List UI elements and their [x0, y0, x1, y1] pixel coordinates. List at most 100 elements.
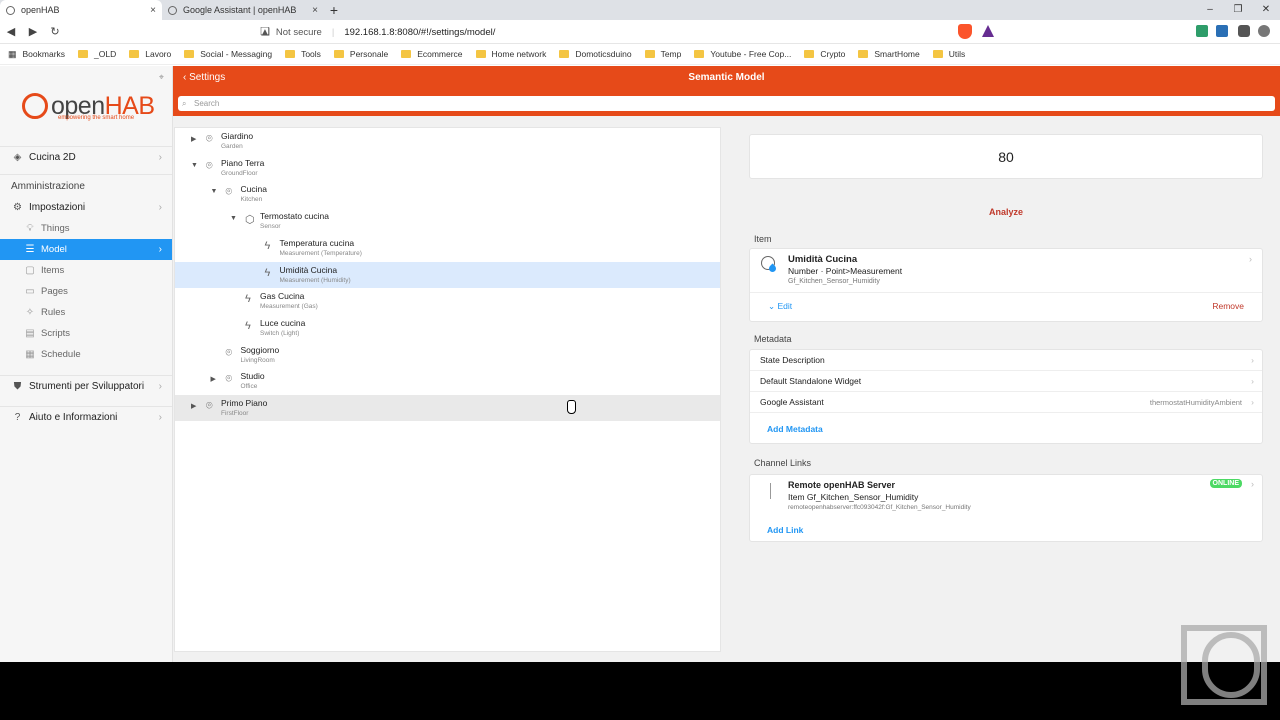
- add-link-button[interactable]: Add Link: [767, 525, 803, 535]
- link-thing-name[interactable]: Remote openHAB Server: [788, 480, 895, 490]
- tree-node[interactable]: ▼ ⬡ Termostato cucina Sensor: [175, 208, 720, 234]
- browser-tab-openhab[interactable]: openHAB ×: [0, 0, 162, 20]
- divider: [750, 292, 1262, 293]
- tab-close-icon[interactable]: ×: [150, 5, 156, 16]
- tree-node[interactable]: ϟ Gas Cucina Measurement (Gas): [175, 288, 720, 314]
- sidebar-item-schedule[interactable]: ▦ Schedule: [0, 344, 172, 365]
- url-field[interactable]: ▲ Not secure | 192.168.1.8:8080/#!/setti…: [260, 23, 950, 41]
- bookmark-folder[interactable]: Lavoro: [129, 49, 171, 59]
- metadata-card: State Description › Default Standalone W…: [749, 349, 1263, 444]
- forward-icon[interactable]: ▶: [22, 25, 44, 38]
- bookmark-item[interactable]: ▦ Bookmarks: [8, 49, 65, 60]
- metadata-row-state-description[interactable]: State Description ›: [750, 350, 1262, 371]
- location-pin-icon: ⌾: [206, 400, 213, 412]
- bookmark-folder[interactable]: SmartHome: [858, 49, 920, 59]
- bookmark-folder[interactable]: Youtube - Free Cop...: [694, 49, 791, 59]
- reload-icon[interactable]: ↻: [44, 25, 66, 38]
- bookmark-folder[interactable]: Utils: [932, 49, 965, 59]
- security-status[interactable]: Not secure: [276, 27, 322, 38]
- close-window-icon[interactable]: ✕: [1252, 0, 1280, 20]
- remove-button[interactable]: Remove: [1212, 301, 1244, 311]
- puzzle-icon[interactable]: [1238, 25, 1250, 37]
- tree-node[interactable]: ϟ Temperatura cucina Measurement (Temperat…: [175, 235, 720, 261]
- wand-icon: ✧: [25, 307, 35, 318]
- sidebar-item-pages[interactable]: ▭ Pages: [0, 281, 172, 302]
- back-icon[interactable]: ◀: [0, 25, 22, 38]
- sidebar-item-developer-tools[interactable]: ⛊ Strumenti per Sviluppatori ›: [0, 375, 172, 396]
- tree-node[interactable]: ϟ Luce cucina Switch (Light): [175, 315, 720, 341]
- search-input[interactable]: ⌕ Search: [178, 96, 1275, 111]
- expand-arrow-icon[interactable]: ▶: [191, 135, 196, 143]
- metadata-label: Default Standalone Widget: [760, 376, 862, 386]
- item-name[interactable]: Umidità Cucina: [788, 254, 857, 265]
- folder-icon: [858, 50, 869, 58]
- analyze-button[interactable]: Analyze: [749, 207, 1263, 217]
- sidebar-item-label: Model: [41, 244, 67, 255]
- sidebar-item-impostazioni[interactable]: ⚙ Impostazioni ›: [0, 197, 172, 218]
- sidebar-item-things[interactable]: 💡︎ Things: [0, 218, 172, 239]
- tree-node-label: Cucina: [240, 184, 267, 195]
- bookmark-folder[interactable]: Home network: [475, 49, 547, 59]
- sidebar-item-scripts[interactable]: ▤ Scripts: [0, 323, 172, 344]
- browser-tab-google-assistant[interactable]: Google Assistant | openHAB ×: [162, 0, 324, 20]
- back-to-settings-link[interactable]: ‹ Settings: [183, 72, 225, 83]
- edit-button[interactable]: ⌄ Edit: [768, 301, 792, 312]
- sidebar-item-label: Pages: [41, 286, 68, 297]
- tree-node[interactable]: ▶ ⌾ Studio Office: [175, 368, 720, 394]
- metadata-row-google-assistant[interactable]: Google Assistant thermostatHumidityAmbie…: [750, 392, 1262, 413]
- brave-shield-icon[interactable]: [958, 24, 972, 39]
- metadata-row-default-widget[interactable]: Default Standalone Widget ›: [750, 371, 1262, 392]
- chevron-right-icon[interactable]: ›: [1251, 479, 1254, 489]
- detail-panel: 80 Analyze Item Umidità Cucina Number · …: [749, 134, 1263, 542]
- tree-node[interactable]: ▼ ⌾ Piano Terra GroundFloor: [175, 155, 720, 181]
- tree-node[interactable]: ▶ ⌾ Giardino Garden: [175, 128, 720, 154]
- tree-node[interactable]: ▶ ⌾ Primo Piano FirstFloor: [175, 395, 720, 421]
- script-icon: ▤: [25, 328, 35, 339]
- collapse-arrow-icon[interactable]: ▼: [211, 188, 218, 195]
- tree-node[interactable]: ϟ Umidità Cucina Measurement (Humidity): [175, 261, 720, 288]
- bookmark-folder[interactable]: Crypto: [804, 49, 845, 59]
- bookmark-folder[interactable]: Domoticsduino: [559, 49, 632, 59]
- chevron-right-icon[interactable]: ›: [1249, 254, 1252, 264]
- bookmark-label: _OLD: [94, 49, 117, 59]
- location-pin-icon: ⌾: [206, 159, 213, 172]
- restore-icon[interactable]: ❐: [1224, 0, 1252, 20]
- bookmark-folder[interactable]: Ecommerce: [401, 49, 463, 59]
- expand-arrow-icon[interactable]: ▶: [211, 375, 216, 383]
- bookmark-folder[interactable]: Personale: [333, 49, 388, 59]
- profile-icon[interactable]: [1258, 25, 1270, 37]
- sidebar-item-label: Things: [41, 223, 70, 234]
- bookmark-folder[interactable]: Temp: [644, 49, 681, 59]
- bookmark-label: Youtube - Free Cop...: [710, 49, 792, 59]
- chevron-right-icon: ›: [158, 244, 162, 255]
- location-pin-icon: ⌾: [225, 346, 233, 359]
- collapse-arrow-icon[interactable]: ▼: [191, 162, 198, 169]
- tree-node[interactable]: ⌾ Soggiorno LivingRoom: [175, 342, 720, 368]
- tab-close-icon[interactable]: ×: [312, 5, 318, 16]
- url-text[interactable]: 192.168.1.8:8080/#!/settings/model/: [344, 27, 495, 38]
- minimize-icon[interactable]: –: [1196, 0, 1224, 20]
- sidebar-item-items[interactable]: ▢ Items: [0, 260, 172, 281]
- location-pin-icon: ⌾: [225, 186, 233, 199]
- bookmark-label: Home network: [491, 49, 547, 59]
- expand-arrow-icon[interactable]: ▶: [191, 402, 196, 410]
- bookmark-folder[interactable]: Social - Messaging: [184, 49, 272, 59]
- collapse-arrow-icon[interactable]: ▼: [230, 215, 237, 222]
- tree-node-label: Gas Cucina: [260, 291, 305, 302]
- openhab-logo[interactable]: openHAB empowering the smart home ⌖: [0, 66, 172, 146]
- sidebar-item-model[interactable]: ☰ Model ›: [0, 239, 172, 260]
- new-tab-button[interactable]: +: [324, 0, 344, 20]
- link-indicator: [770, 483, 771, 499]
- bookmark-folder[interactable]: _OLD: [78, 49, 116, 59]
- extension-icon[interactable]: [1196, 25, 1208, 37]
- sidebar-item-rules[interactable]: ✧ Rules: [0, 302, 172, 323]
- pin-icon[interactable]: ⌖: [159, 72, 164, 83]
- bookmark-folder[interactable]: Tools: [285, 49, 321, 59]
- sidebar-item-cucina-2d[interactable]: ◈ Cucina 2D ›: [0, 146, 172, 167]
- extension-icon[interactable]: [1216, 25, 1228, 37]
- add-metadata-button[interactable]: Add Metadata: [767, 424, 823, 434]
- brave-rewards-icon[interactable]: [982, 25, 994, 37]
- sidebar-item-help[interactable]: ? Aiuto e Informazioni ›: [0, 406, 172, 427]
- layers-icon: ◈: [13, 151, 22, 163]
- tree-node[interactable]: ▼ ⌾ Cucina Kitchen: [175, 181, 720, 207]
